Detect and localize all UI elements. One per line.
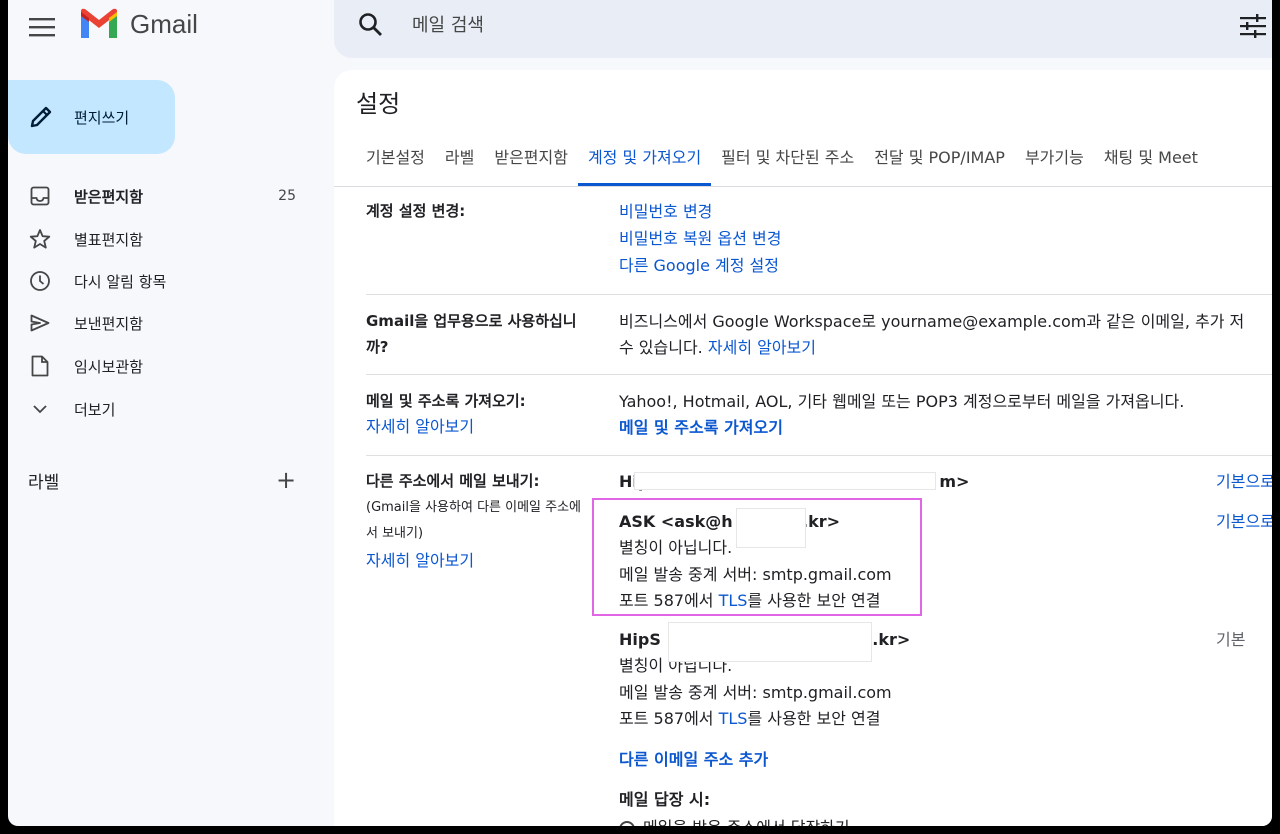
business-text-line1: 비즈니스에서 Google Workspace로 yourname@exampl…	[619, 312, 1245, 331]
send-icon	[28, 311, 52, 335]
import-text: Yahoo!, Hotmail, AOL, 기타 웹메일 또는 POP3 계정으…	[619, 392, 1185, 411]
redaction-box	[668, 622, 872, 662]
redaction-box	[634, 472, 936, 490]
reply-radio[interactable]	[619, 820, 635, 826]
settings-tabs: 기본설정 라벨 받은편지함 계정 및 가져오기 필터 및 차단된 주소 전달 및…	[356, 138, 1208, 186]
pencil-icon	[28, 104, 54, 130]
main-menu-button[interactable]	[22, 12, 62, 42]
import-mail-contacts-link[interactable]: 메일 및 주소록 가져오기	[619, 414, 783, 441]
clock-icon	[28, 269, 52, 293]
gmail-wordmark: Gmail	[130, 8, 198, 39]
business-text-line2: 수 있습니다.	[619, 338, 703, 357]
inbox-icon	[28, 184, 52, 208]
import-learn-more-link[interactable]: 자세히 알아보기	[366, 414, 611, 440]
entry-3-server: 메일 발송 중계 서버: smtp.gmail.com	[619, 683, 892, 702]
sidebar-item-label: 별표편지함	[74, 230, 144, 249]
entry-3-port: 포트 587에서 TLS를 사용한 보안 연결	[619, 705, 880, 732]
address-end: m>	[939, 472, 970, 491]
chevron-down-icon	[28, 397, 52, 421]
reply-option-row[interactable]: 메일을 받은 주소에서 답장하기	[619, 814, 850, 826]
account-settings-label: 계정 설정 변경:	[366, 202, 466, 220]
settings-panel: 설정 기본설정 라벨 받은편지함 계정 및 가져오기 필터 및 차단된 주소 전…	[334, 70, 1272, 826]
change-password-link[interactable]: 비밀번호 변경	[619, 198, 712, 225]
tab-accounts-import[interactable]: 계정 및 가져오기	[577, 138, 712, 186]
business-label-line2: 까?	[366, 338, 389, 356]
tabs-divider	[334, 186, 1272, 187]
send-as-sub-line2: 서 보내기)	[366, 526, 424, 541]
business-learn-more-link[interactable]: 자세히 알아보기	[708, 338, 816, 357]
sidebar-item-more[interactable]: 더보기	[8, 392, 308, 426]
tab-labels[interactable]: 라벨	[435, 138, 484, 186]
tab-inbox[interactable]: 받은편지함	[484, 138, 578, 186]
sidebar-item-label: 받은편지함	[74, 187, 144, 206]
make-default-link-2[interactable]: 기본으로	[1216, 508, 1272, 532]
gmail-logo[interactable]: Gmail	[78, 8, 198, 40]
port-prefix: 포트 587에서	[619, 709, 719, 728]
draft-icon	[28, 354, 52, 378]
gmail-m-icon	[81, 8, 117, 38]
business-text-line2-wrap: 수 있습니다. 자세히 알아보기	[619, 334, 816, 361]
sidebar-item-label: 보낸편지함	[74, 314, 144, 333]
tab-filters[interactable]: 필터 및 차단된 주소	[711, 138, 864, 186]
change-recovery-link[interactable]: 비밀번호 복원 옵션 변경	[619, 225, 781, 252]
default-indicator: 기본	[1216, 630, 1246, 649]
search-input[interactable]	[410, 14, 1014, 37]
sidebar-item-label: 임시보관함	[74, 357, 144, 376]
highlight-box	[592, 498, 922, 616]
gmail-window: Gmail 편지쓰기 받은편지함 25	[8, 0, 1272, 826]
sidebar-item-drafts[interactable]: 임시보관함	[8, 349, 308, 383]
hamburger-icon	[29, 18, 55, 37]
port-suffix: 를 사용한 보안 연결	[747, 709, 881, 728]
tab-addons[interactable]: 부가기능	[1015, 138, 1094, 186]
compose-button[interactable]: 편지쓰기	[8, 80, 175, 154]
section-divider	[366, 455, 1272, 456]
send-as-label: 다른 주소에서 메일 보내기:	[366, 472, 540, 490]
compose-label: 편지쓰기	[74, 108, 130, 127]
address-start: HipS	[619, 630, 661, 649]
import-label: 메일 및 주소록 가져오기:	[366, 392, 526, 410]
sidebar-item-sent[interactable]: 보낸편지함	[8, 306, 308, 340]
sidebar-item-snoozed[interactable]: 다시 알림 항목	[8, 264, 308, 298]
tab-chat-meet[interactable]: 채팅 및 Meet	[1094, 138, 1208, 186]
tab-forwarding[interactable]: 전달 및 POP/IMAP	[864, 138, 1015, 186]
send-as-learn-more-link[interactable]: 자세히 알아보기	[366, 548, 611, 574]
search-bar[interactable]	[334, 0, 1272, 58]
sidebar-item-starred[interactable]: 별표편지함	[8, 222, 308, 256]
section-divider	[366, 294, 1272, 295]
tls-link[interactable]: TLS	[719, 709, 748, 728]
add-label-button[interactable]: +	[276, 468, 296, 492]
sidebar-item-inbox[interactable]: 받은편지함 25	[8, 179, 308, 213]
tab-general[interactable]: 기본설정	[356, 138, 435, 186]
inbox-count: 25	[278, 188, 296, 204]
labels-heading: 라벨	[28, 473, 60, 493]
sidebar-item-label: 더보기	[74, 400, 116, 419]
reply-label: 메일 답장 시:	[619, 790, 711, 809]
other-account-settings-link[interactable]: 다른 Google 계정 설정	[619, 252, 779, 279]
star-icon	[28, 227, 52, 251]
search-icon[interactable]	[358, 12, 384, 38]
add-email-address-link[interactable]: 다른 이메일 주소 추가	[619, 746, 768, 773]
send-as-sub-line1: (Gmail을 사용하여 다른 이메일 주소에	[366, 500, 582, 515]
make-default-link-1[interactable]: 기본으로	[1216, 468, 1272, 492]
search-options-icon[interactable]	[1240, 14, 1266, 38]
page-title: 설정	[356, 90, 401, 118]
section-divider	[366, 374, 1272, 375]
business-label-line1: Gmail을 업무용으로 사용하십니	[366, 312, 577, 330]
reply-option-label: 메일을 받은 주소에서 답장하기	[643, 818, 850, 826]
sidebar-item-label: 다시 알림 항목	[74, 272, 167, 291]
